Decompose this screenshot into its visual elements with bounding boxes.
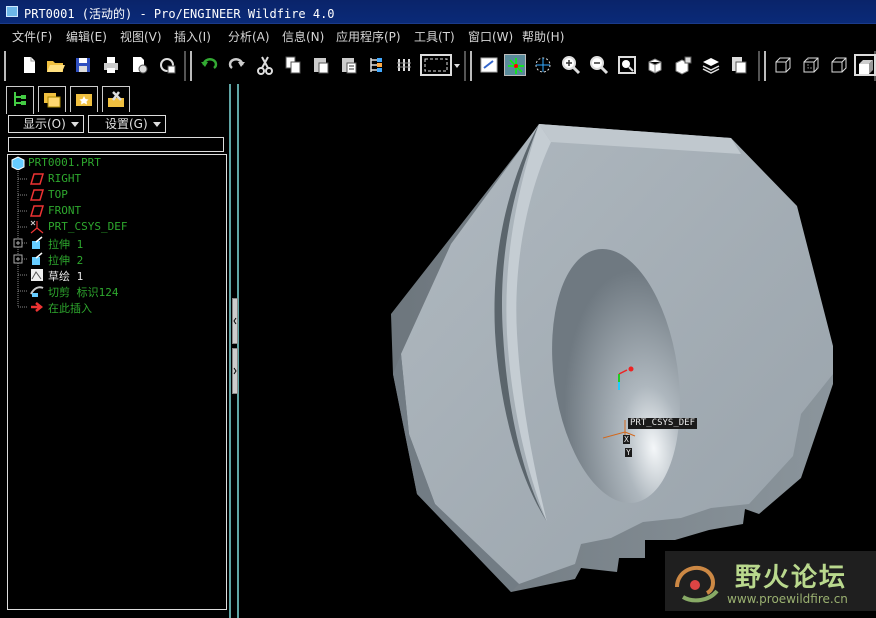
menu-analysis[interactable]: 分析(A): [228, 28, 270, 45]
panel-splitter[interactable]: [229, 84, 241, 618]
datum-plane-icon: [30, 205, 44, 217]
part-icon: [11, 156, 25, 170]
send-mail-icon[interactable]: [128, 54, 150, 76]
tree-filter-field[interactable]: [8, 137, 224, 152]
part-model: [391, 124, 833, 592]
chevron-down-icon[interactable]: [452, 54, 462, 76]
expand-right-handle[interactable]: [232, 348, 238, 394]
graphics-viewport[interactable]: PRT_CSYS_DEF X Y: [241, 84, 876, 618]
menu-edit[interactable]: 编辑(E): [66, 28, 107, 45]
axis-y-label: Y: [625, 448, 632, 457]
forum-logo-icon: [675, 565, 719, 603]
regen-manager-icon[interactable]: [366, 54, 388, 76]
model-tree-tab[interactable]: [6, 86, 34, 114]
sketch-icon: [31, 269, 43, 281]
menu-info[interactable]: 信息(N): [282, 28, 324, 45]
csys-icon: [30, 220, 44, 234]
refit-icon[interactable]: [616, 54, 638, 76]
connections-tab[interactable]: [102, 86, 130, 112]
csys-label: PRT_CSYS_DEF: [628, 418, 698, 429]
menu-window[interactable]: 窗口(W): [468, 28, 513, 45]
paste-icon[interactable]: [310, 54, 332, 76]
hidden-line-icon[interactable]: [800, 54, 822, 76]
cut-icon: [30, 286, 44, 297]
spin-center-icon[interactable]: [504, 54, 526, 76]
zoom-out-icon[interactable]: [588, 54, 610, 76]
layers-icon[interactable]: [700, 54, 722, 76]
watermark-url: www.proewildfire.cn: [727, 592, 848, 606]
favorites-tab[interactable]: [70, 86, 98, 112]
watermark-text: 野火论坛: [735, 563, 848, 593]
regenerate-icon[interactable]: [156, 54, 178, 76]
menu-file[interactable]: 文件(F): [12, 28, 52, 45]
model-tree: PRT0001.PRT RIGHT TOP FRONT PRT_CSYS_DEF…: [7, 154, 227, 610]
show-dropdown-label: 显示(O): [23, 117, 66, 131]
paste-special-icon[interactable]: [338, 54, 360, 76]
copy-icon[interactable]: [282, 54, 304, 76]
menu-applications[interactable]: 应用程序(P): [336, 28, 401, 45]
chevron-down-icon: [71, 122, 79, 127]
forum-watermark: 野火论坛 www.proewildfire.cn: [665, 551, 876, 611]
collapse-left-handle[interactable]: [232, 298, 238, 344]
extrude-icon: [32, 252, 43, 265]
window-title: PRT0001 (活动的) - Pro/ENGINEER Wildfire 4.…: [24, 7, 335, 21]
menu-insert[interactable]: 插入(I): [174, 28, 211, 45]
open-file-icon[interactable]: [44, 54, 66, 76]
splitter-edge: [229, 84, 231, 618]
insert-here-arrow-icon: [31, 302, 44, 312]
menu-tools[interactable]: 工具(T): [414, 28, 455, 45]
menu-view[interactable]: 视图(V): [120, 28, 162, 45]
save-icon[interactable]: [72, 54, 94, 76]
datum-plane-icon: [30, 189, 44, 201]
show-dropdown[interactable]: 显示(O): [8, 115, 84, 133]
print-icon[interactable]: [100, 54, 122, 76]
selection-filter-icon[interactable]: [420, 54, 452, 76]
folder-browser-tab[interactable]: [38, 86, 66, 112]
extrude-icon: [32, 236, 43, 249]
repaint-icon[interactable]: [478, 54, 500, 76]
model-tree-layers-icon[interactable]: [394, 54, 416, 76]
menu-help[interactable]: 帮助(H): [522, 28, 564, 45]
axis-x-label: X: [623, 435, 630, 444]
title-bar: PRT0001 (活动的) - Pro/ENGINEER Wildfire 4.…: [0, 0, 876, 24]
wireframe-icon[interactable]: [772, 54, 794, 76]
zoom-in-icon[interactable]: [560, 54, 582, 76]
settings-dropdown-label: 设置(G): [105, 117, 148, 131]
datum-plane-icon: [30, 173, 44, 185]
undo-icon[interactable]: [198, 54, 220, 76]
shading-icon[interactable]: [854, 54, 876, 76]
chevron-down-icon: [153, 122, 161, 127]
reorient-icon[interactable]: [644, 54, 666, 76]
main-toolbar: [0, 48, 876, 84]
navigator-panel: 显示(O) 设置(G) PRT0001.PRT RIGHT TOP FRONT: [0, 84, 230, 618]
redo-icon[interactable]: [226, 54, 248, 76]
app-icon: [6, 6, 18, 17]
new-file-icon[interactable]: [18, 54, 40, 76]
view-manager-icon[interactable]: [728, 54, 750, 76]
cut-icon[interactable]: [254, 54, 276, 76]
menu-bar: 文件(F) 编辑(E) 视图(V) 插入(I) 分析(A) 信息(N) 应用程序…: [0, 24, 876, 48]
saved-views-icon[interactable]: [672, 54, 694, 76]
no-hidden-icon[interactable]: [828, 54, 850, 76]
orient-mode-icon[interactable]: [532, 54, 554, 76]
settings-dropdown[interactable]: 设置(G): [88, 115, 166, 133]
